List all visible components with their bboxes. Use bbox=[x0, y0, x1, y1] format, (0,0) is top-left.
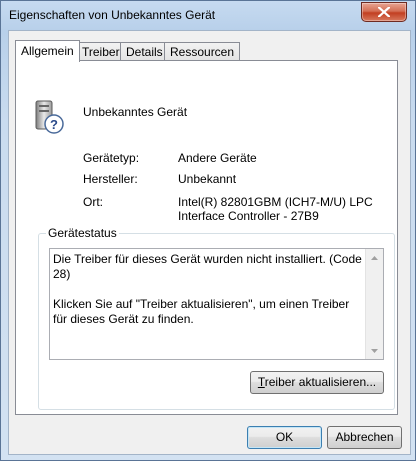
device-status-textbox[interactable]: Die Treiber für dieses Gerät wurden nich… bbox=[49, 248, 384, 360]
svg-text:?: ? bbox=[50, 117, 58, 132]
device-status-group: Gerätestatus Die Treiber für dieses Gerä… bbox=[38, 226, 395, 410]
location-label: Ort: bbox=[83, 195, 103, 209]
properties-window: Eigenschaften von Unbekanntes Gerät Allg… bbox=[0, 0, 416, 461]
device-name: Unbekanntes Gerät bbox=[83, 105, 188, 119]
device-status-text: Die Treiber für dieses Gerät wurden nich… bbox=[53, 252, 366, 342]
manufacturer-label: Hersteller: bbox=[83, 172, 138, 186]
device-status-label: Gerätestatus bbox=[46, 226, 119, 240]
dialog-client-area: Allgemein Treiber Details Ressourcen ? U… bbox=[8, 30, 411, 455]
status-message-code: Die Treiber für dieses Gerät wurden nich… bbox=[53, 252, 362, 281]
update-driver-label: reiber aktualisieren... bbox=[264, 375, 377, 389]
unknown-device-icon: ? bbox=[32, 99, 66, 138]
update-driver-mnemonic: T bbox=[257, 375, 265, 389]
tab-ressourcen[interactable]: Ressourcen bbox=[164, 42, 241, 61]
update-driver-button[interactable]: Treiber aktualisieren... bbox=[250, 371, 384, 394]
device-type-label: Gerätetyp: bbox=[83, 151, 140, 165]
scroll-down-button[interactable] bbox=[366, 342, 383, 359]
tab-details[interactable]: Details bbox=[120, 42, 169, 61]
manufacturer-value: Unbekannt bbox=[178, 172, 237, 186]
status-scrollbar[interactable] bbox=[365, 249, 383, 359]
window-title: Eigenschaften von Unbekanntes Gerät bbox=[9, 8, 216, 22]
scroll-up-button[interactable] bbox=[366, 249, 383, 266]
scroll-up-arrow-icon bbox=[371, 255, 378, 260]
ok-button[interactable]: OK bbox=[247, 426, 322, 449]
general-tab-panel: ? Unbekanntes Gerät Gerätetyp: Andere Ge… bbox=[15, 60, 398, 415]
location-value: Intel(R) 82801GBM (ICH7-M/U) LPC Interfa… bbox=[178, 195, 373, 223]
scroll-down-arrow-icon bbox=[371, 348, 378, 353]
tab-treiber[interactable]: Treiber bbox=[76, 42, 126, 61]
close-icon bbox=[378, 7, 390, 17]
close-button[interactable] bbox=[361, 2, 407, 22]
status-message-hint: Klicken Sie auf "Treiber aktualisieren",… bbox=[53, 297, 350, 326]
tab-allgemein[interactable]: Allgemein bbox=[15, 40, 80, 62]
cancel-button[interactable]: Abbrechen bbox=[327, 426, 402, 449]
device-type-value: Andere Geräte bbox=[178, 151, 257, 165]
